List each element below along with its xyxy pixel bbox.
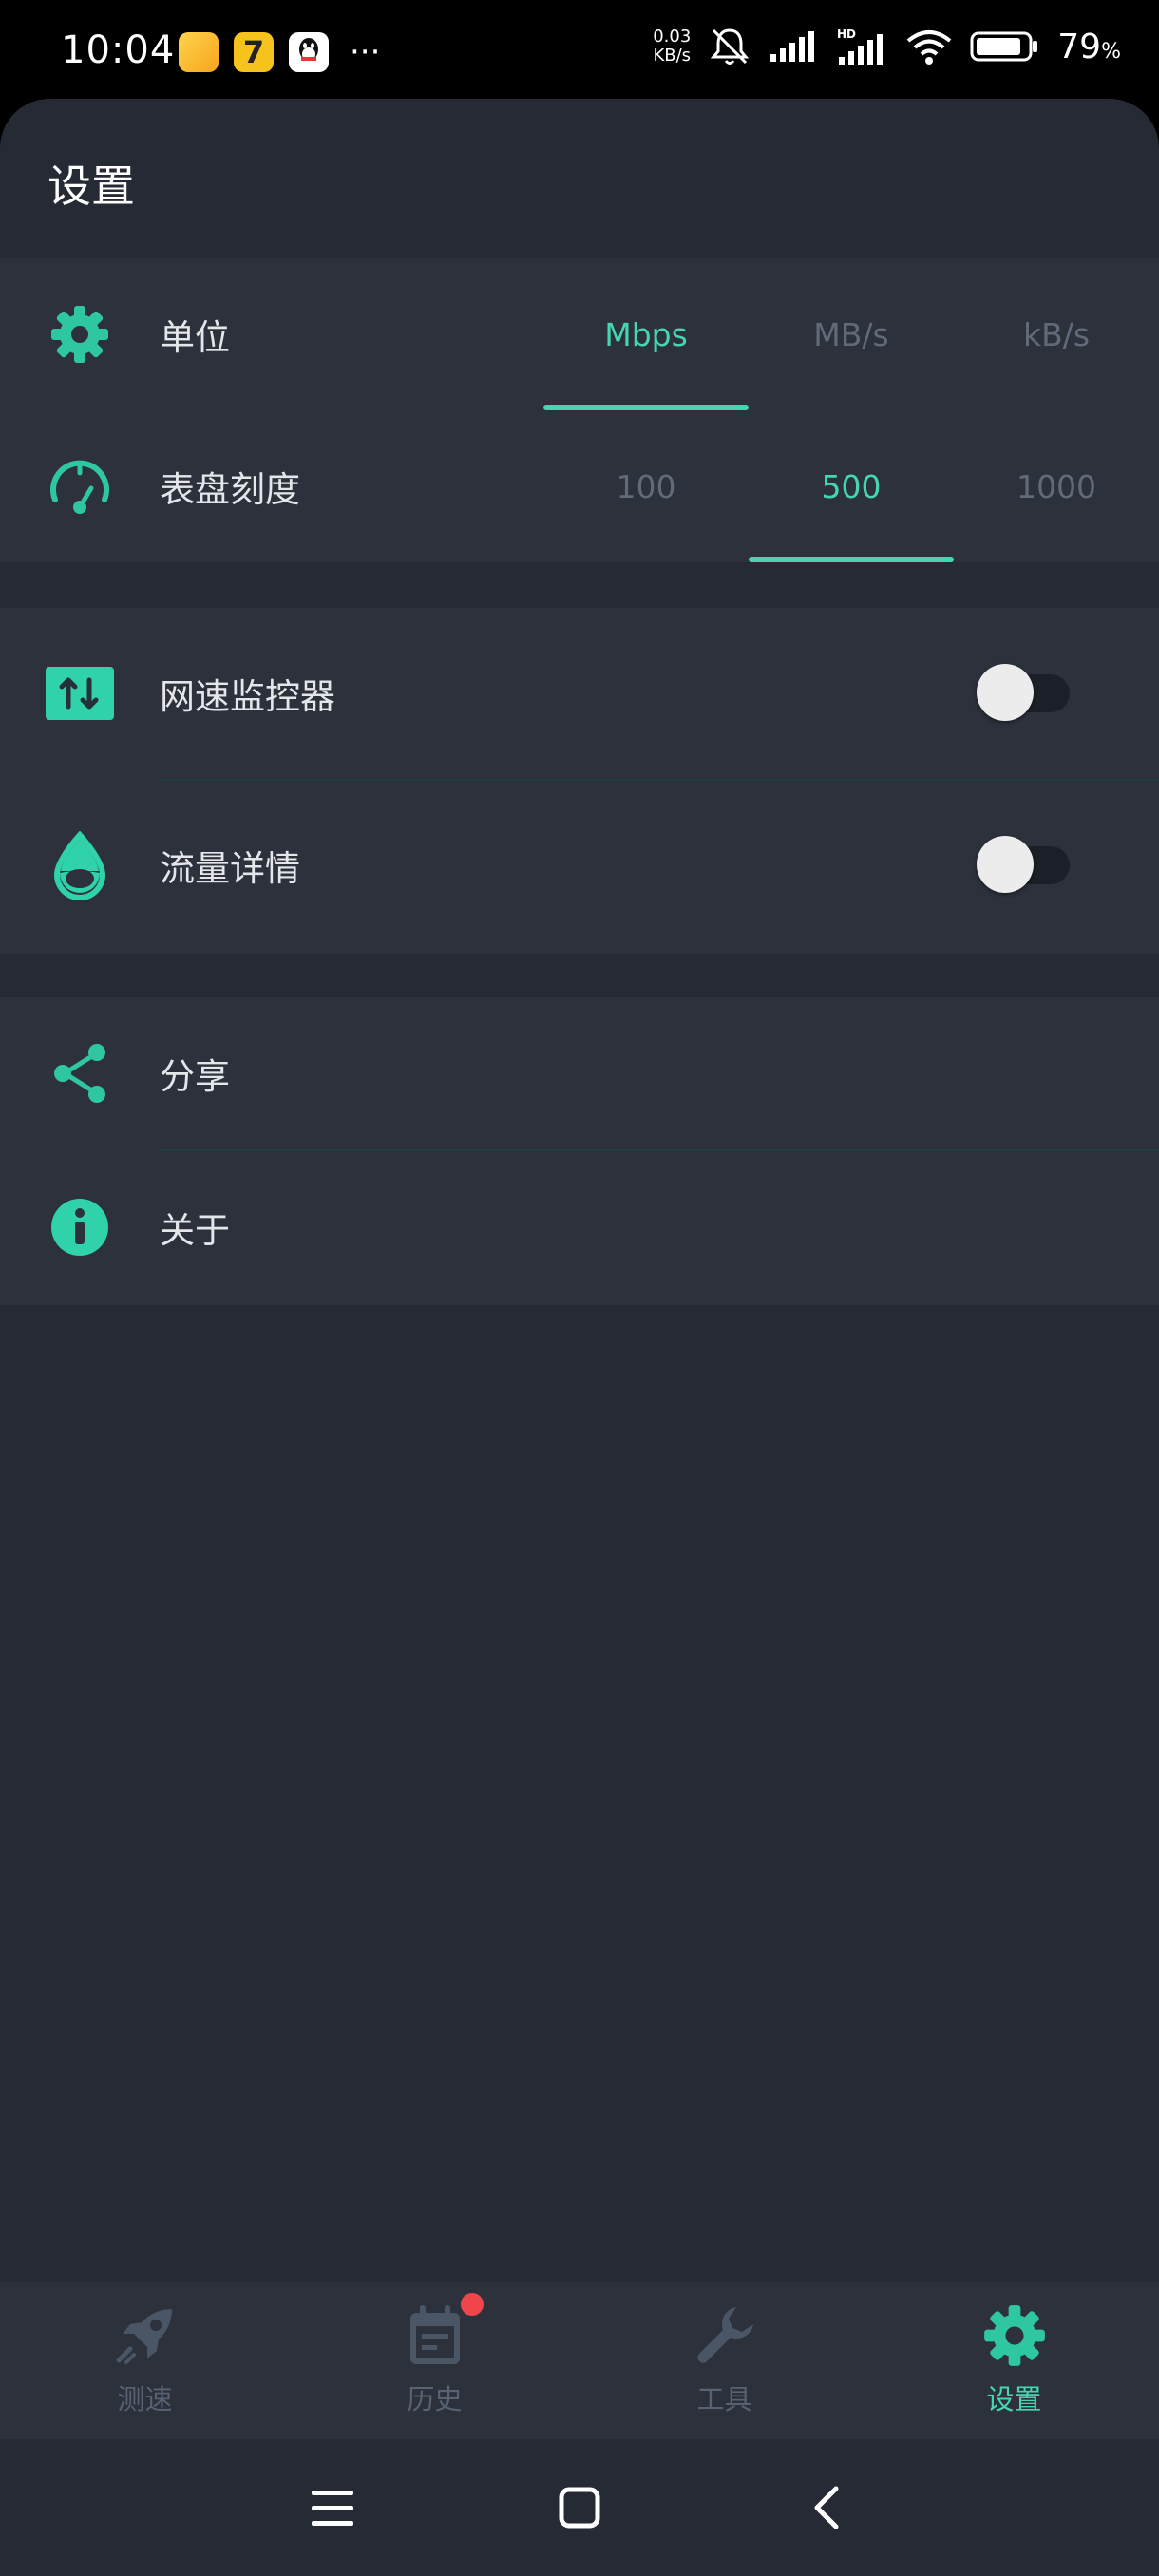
battery-icon [970, 31, 1038, 62]
unit-selector: Mbps MB/s kB/s [543, 258, 1159, 410]
wifi-icon [907, 30, 952, 65]
notes-app-icon [179, 32, 218, 72]
nav-history[interactable]: 历史 [290, 2282, 580, 2439]
nav-tools[interactable]: 工具 [580, 2282, 869, 2439]
signal-icon [770, 31, 815, 62]
battery-percent: 79 [1057, 27, 1102, 66]
menu-icon [312, 2491, 353, 2526]
network-speed-value: 0.03 [653, 27, 692, 47]
seven-app-icon: 7 [234, 32, 274, 72]
settings-screen: 设置 单位 Mbps MB/s kB/s 表盘刻度 100 500 1000 网… [0, 99, 1159, 2477]
dial-option-500[interactable]: 500 [749, 410, 954, 562]
gear-icon [44, 298, 116, 370]
home-button[interactable] [551, 2479, 608, 2536]
display-settings-card: 单位 Mbps MB/s kB/s 表盘刻度 100 500 1000 [0, 258, 1159, 562]
network-speed: 0.03 KB/s [653, 28, 691, 66]
traffic-detail-toggle[interactable] [977, 836, 1070, 893]
nav-label: 工具 [696, 2383, 752, 2415]
signal-hd-icon: HD [837, 28, 884, 65]
nav-speed-test[interactable]: 测速 [0, 2282, 290, 2439]
about-label: 关于 [160, 1210, 230, 1251]
network-speed-unit: KB/s [653, 46, 692, 66]
more-notifications-icon: ··· [350, 33, 381, 71]
nav-label: 历史 [407, 2383, 463, 2415]
toggle-knob [977, 836, 1034, 893]
status-bar: 10:04 7 ··· 0.03 KB/s HD 79% [0, 0, 1159, 104]
dial-scale-selector: 100 500 1000 [543, 410, 1159, 562]
share-label: 分享 [160, 1056, 230, 1097]
svg-text:HD: HD [837, 28, 856, 41]
unit-row: 单位 Mbps MB/s kB/s [0, 258, 1159, 410]
bottom-navigation: 测速 历史 工具 设置 [0, 2282, 1159, 2439]
battery-unit: % [1101, 39, 1121, 64]
back-button[interactable] [798, 2479, 855, 2536]
recent-apps-button[interactable] [304, 2479, 361, 2536]
back-chevron-icon [814, 2486, 839, 2529]
notification-badge [461, 2293, 484, 2316]
nav-label: 设置 [986, 2383, 1042, 2415]
qq-app-icon [289, 32, 329, 72]
wrench-icon [696, 2307, 753, 2363]
notification-icons: 7 ··· [179, 32, 380, 72]
unit-option-kbytes[interactable]: kB/s [954, 258, 1159, 410]
share-icon [44, 1037, 116, 1109]
unit-option-mbps[interactable]: Mbps [543, 258, 749, 410]
unit-option-mbytes[interactable]: MB/s [749, 258, 954, 410]
mute-bell-icon [711, 28, 750, 65]
square-icon [559, 2487, 600, 2529]
dial-option-1000[interactable]: 1000 [954, 410, 1159, 562]
page-title: 设置 [48, 161, 135, 212]
dial-scale-row: 表盘刻度 100 500 1000 [0, 410, 1159, 562]
status-time: 10:04 [61, 28, 176, 72]
gear-icon [983, 2305, 1045, 2366]
speedometer-icon [44, 450, 116, 522]
misc-settings-card: 分享 关于 [0, 997, 1159, 1305]
calendar-icon [409, 2305, 460, 2364]
toggle-knob [977, 664, 1034, 721]
dial-option-100[interactable]: 100 [543, 410, 749, 562]
nav-label: 测速 [117, 2383, 173, 2415]
speed-monitor-icon [44, 657, 116, 729]
rocket-icon [116, 2309, 172, 2364]
traffic-detail-label: 流量详情 [160, 848, 300, 889]
water-drop-icon [44, 829, 116, 901]
monitor-settings-card: 网速监控器 流量详情 [0, 608, 1159, 954]
info-icon [44, 1191, 116, 1263]
nav-settings[interactable]: 设置 [869, 2282, 1159, 2439]
speed-monitor-label: 网速监控器 [160, 676, 335, 717]
traffic-detail-row[interactable]: 流量详情 [0, 779, 1159, 952]
system-navigation-bar [0, 2439, 1159, 2576]
battery-level: 79% [1057, 28, 1121, 66]
speed-monitor-toggle[interactable] [977, 664, 1070, 721]
speed-monitor-row[interactable]: 网速监控器 [0, 608, 1159, 779]
about-row[interactable]: 关于 [0, 1149, 1159, 1305]
dial-scale-label: 表盘刻度 [160, 469, 300, 510]
status-indicators: 0.03 KB/s HD 79% [653, 27, 1121, 66]
unit-label: 单位 [160, 317, 230, 358]
share-row[interactable]: 分享 [0, 997, 1159, 1149]
